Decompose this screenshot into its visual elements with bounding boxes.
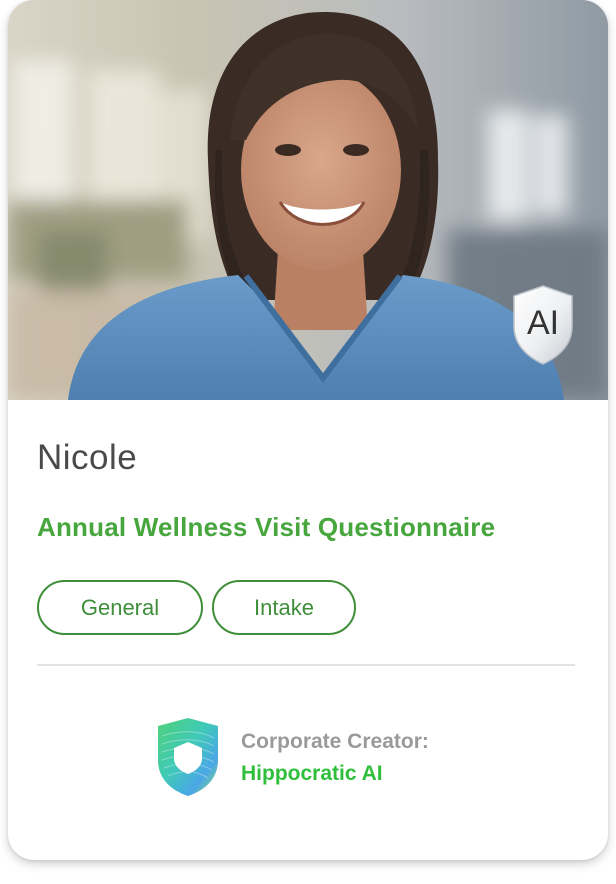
ai-shield-badge: AI (510, 284, 576, 366)
tag-intake[interactable]: Intake (212, 580, 356, 635)
hippocratic-shield-icon (154, 716, 222, 798)
agent-title[interactable]: Annual Wellness Visit Questionnaire (37, 512, 495, 543)
agent-card[interactable]: AI Nicole Annual Wellness Visit Question… (8, 0, 608, 860)
divider (37, 664, 575, 666)
tag-list: General Intake (37, 580, 356, 635)
creator-name-link[interactable]: Hippocratic AI (241, 762, 383, 786)
creator-label: Corporate Creator: (241, 730, 429, 753)
agent-name: Nicole (37, 438, 138, 477)
tag-general[interactable]: General (37, 580, 203, 635)
ai-badge-label: AI (527, 304, 559, 342)
